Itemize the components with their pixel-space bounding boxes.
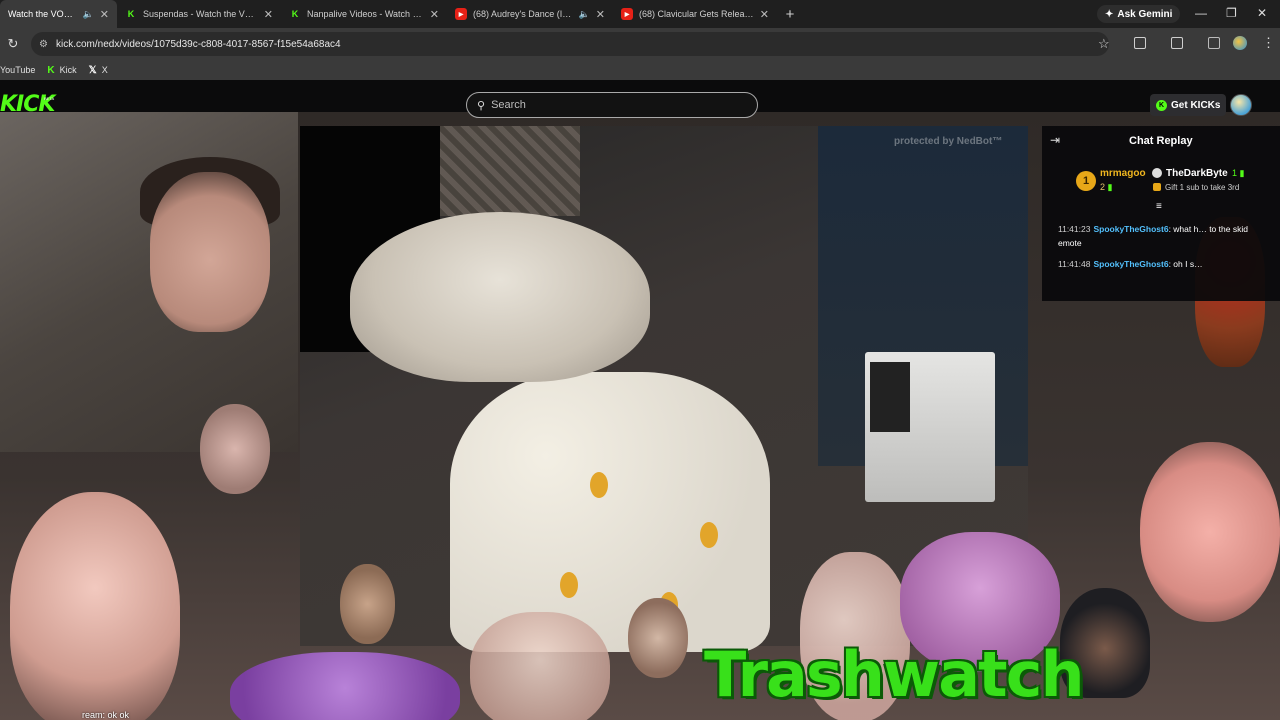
tab-title: (68) Clavicular Gets Released Fr bbox=[639, 9, 754, 19]
kick-beta-badge: BETA bbox=[44, 96, 55, 101]
close-tab-icon[interactable]: ✕ bbox=[760, 8, 769, 21]
get-kicks-button[interactable]: K Get KICKs bbox=[1150, 94, 1227, 116]
search-input[interactable] bbox=[491, 99, 732, 111]
bookmark-youtube[interactable]: YouTube bbox=[0, 65, 35, 75]
stream-caption: ream: ok ok bbox=[82, 710, 130, 720]
gift-sub-icon bbox=[1153, 183, 1161, 191]
user-avatar[interactable] bbox=[1230, 94, 1252, 116]
bookmark-label: YouTube bbox=[0, 65, 36, 75]
tab-title: (68) Audrey's Dance (Instru bbox=[473, 9, 575, 19]
chat-message: 11:41:23 SpookyTheGhost6: what h… to the … bbox=[1058, 222, 1268, 250]
close-tab-icon[interactable]: ✕ bbox=[430, 8, 439, 21]
trashwatch-overlay-title: Trashwatch bbox=[704, 638, 1085, 711]
pineapple-shirt bbox=[450, 372, 770, 652]
kick-icon: K bbox=[47, 64, 55, 76]
chat-username[interactable]: SpookyTheGhost6 bbox=[1093, 259, 1168, 269]
leaderboard-first-count: 2 ▮ bbox=[1100, 182, 1112, 193]
leaderboard-rank-badge: 1 bbox=[1076, 171, 1096, 191]
tab-nanpalive[interactable]: K Nanpalive Videos - Watch On-D ✕ bbox=[281, 0, 447, 28]
trash-bag bbox=[470, 612, 610, 720]
extensions-icon[interactable] bbox=[1134, 37, 1146, 49]
bookmark-kick[interactable]: K Kick bbox=[47, 65, 76, 76]
browser-tab-strip: Watch the VOD on K 🔈 ✕ K Suspendas - Wat… bbox=[0, 0, 1280, 28]
overlay-face bbox=[10, 492, 180, 720]
leaderboard-first-count-text: 2 bbox=[1100, 182, 1106, 192]
bookmark-label: X bbox=[101, 65, 108, 75]
kick-icon: K bbox=[127, 9, 135, 19]
chat-title: Chat Replay bbox=[1129, 135, 1193, 147]
browser-menu-icon[interactable]: ⋮ bbox=[1262, 35, 1275, 51]
x-icon: 𝕏 bbox=[88, 64, 97, 76]
pineapple-print bbox=[560, 572, 578, 598]
pineapple-print bbox=[590, 472, 608, 498]
trash-bag bbox=[230, 652, 460, 720]
tab-title: Watch the VOD on K bbox=[8, 9, 79, 19]
tab-title: Nanpalive Videos - Watch On-D bbox=[307, 9, 424, 19]
overlay-face bbox=[200, 404, 270, 494]
tab-suspendas[interactable]: K Suspendas - Watch the VOD on ✕ bbox=[117, 0, 281, 28]
close-window-icon[interactable]: ✕ bbox=[1257, 6, 1267, 20]
tab-vod-active[interactable]: Watch the VOD on K 🔈 ✕ bbox=[0, 0, 117, 28]
url-text: kick.com/nedx/videos/1075d39c-c808-4017-… bbox=[55, 38, 341, 50]
leaderboard-second-avatar bbox=[1152, 168, 1162, 178]
overlay-face bbox=[1140, 442, 1280, 622]
get-kicks-label: Get KICKs bbox=[1171, 99, 1221, 111]
ask-gemini-button[interactable]: ✦ Ask Gemini bbox=[1097, 5, 1181, 23]
expand-leaderboard-icon[interactable]: ≡ bbox=[1156, 201, 1162, 212]
youtube-icon: ▶ bbox=[621, 8, 633, 20]
youtube-icon: ▶ bbox=[455, 8, 467, 20]
speaker-icon[interactable]: 🔈 bbox=[83, 9, 94, 20]
overlay-face bbox=[340, 564, 395, 644]
ask-gemini-label: Ask Gemini bbox=[1117, 8, 1173, 20]
leaderboard-second-count-text: 1 bbox=[1232, 168, 1238, 178]
leaderboard-second-count: 1 ▮ bbox=[1232, 168, 1244, 179]
leaderboard-first-name-text: mrmagoo bbox=[1100, 168, 1146, 179]
bookmark-x[interactable]: 𝕏 X bbox=[89, 65, 108, 76]
bookmark-star-icon[interactable]: ☆ bbox=[1098, 36, 1110, 52]
speaker-icon[interactable]: 🔈 bbox=[579, 9, 590, 20]
stream-watermark: protected by NedBot™ bbox=[894, 136, 1003, 147]
chat-timestamp: 11:41:48 bbox=[1058, 259, 1091, 269]
close-tab-icon[interactable]: ✕ bbox=[100, 8, 109, 21]
url-field[interactable]: ⚙ kick.com/nedx/videos/1075d39c-c808-401… bbox=[31, 32, 1109, 56]
chat-replay-panel bbox=[1042, 126, 1280, 301]
floral-curtain bbox=[440, 126, 580, 216]
site-info-icon[interactable]: ⚙ bbox=[39, 39, 48, 50]
collapse-chat-icon[interactable]: ⇥ bbox=[1050, 133, 1060, 147]
chat-text: : oh I s… bbox=[1168, 259, 1203, 269]
pineapple-print bbox=[700, 522, 718, 548]
cowboy-hat bbox=[350, 212, 650, 382]
kicks-coin-icon: K bbox=[1156, 99, 1167, 111]
kick-icon: K bbox=[291, 9, 299, 19]
tab-title: Suspendas - Watch the VOD on bbox=[143, 9, 258, 19]
gift-icon: ▮ bbox=[1107, 182, 1113, 192]
chat-message: 11:41:48 SpookyTheGhost6: oh I s… bbox=[1058, 257, 1268, 271]
close-tab-icon[interactable]: ✕ bbox=[264, 8, 273, 21]
search-icon: ⚲ bbox=[477, 99, 486, 112]
gemini-icon: ✦ bbox=[1105, 8, 1114, 20]
tab-audreys-dance[interactable]: ▶ (68) Audrey's Dance (Instru 🔈 ✕ bbox=[447, 0, 613, 28]
leaderboard-second-name[interactable]: TheDarkByte bbox=[1166, 168, 1228, 179]
equipment-panel bbox=[870, 362, 910, 432]
bookmark-label: Kick bbox=[59, 65, 77, 75]
tab-search-icon[interactable] bbox=[1171, 37, 1183, 49]
gift-sub-prompt[interactable]: Gift 1 sub to take 3rd bbox=[1165, 183, 1239, 192]
chat-username[interactable]: SpookyTheGhost6 bbox=[1093, 224, 1168, 234]
streamer-face bbox=[150, 172, 270, 332]
chat-timestamp: 11:41:23 bbox=[1058, 224, 1091, 234]
reload-icon[interactable]: ↻ bbox=[3, 36, 23, 52]
media-control-icon[interactable] bbox=[1208, 37, 1220, 49]
minimize-icon[interactable]: — bbox=[1195, 6, 1207, 20]
bookmarks-bar: YouTube K Kick 𝕏 X bbox=[0, 60, 1280, 80]
address-bar-row: ↻ ⚙ kick.com/nedx/videos/1075d39c-c808-4… bbox=[0, 28, 1280, 60]
search-bar[interactable]: ⚲ bbox=[466, 92, 758, 118]
new-tab-button[interactable]: + bbox=[777, 6, 803, 23]
gift-icon: ▮ bbox=[1239, 168, 1245, 178]
tab-clavicular[interactable]: ▶ (68) Clavicular Gets Released Fr ✕ bbox=[613, 0, 777, 28]
leaderboard-first-name[interactable]: mrmagoo bbox=[1100, 168, 1146, 179]
profile-avatar[interactable] bbox=[1233, 36, 1247, 50]
overlay-face bbox=[628, 598, 688, 678]
close-tab-icon[interactable]: ✕ bbox=[596, 8, 605, 21]
maximize-icon[interactable]: ❐ bbox=[1226, 6, 1237, 20]
